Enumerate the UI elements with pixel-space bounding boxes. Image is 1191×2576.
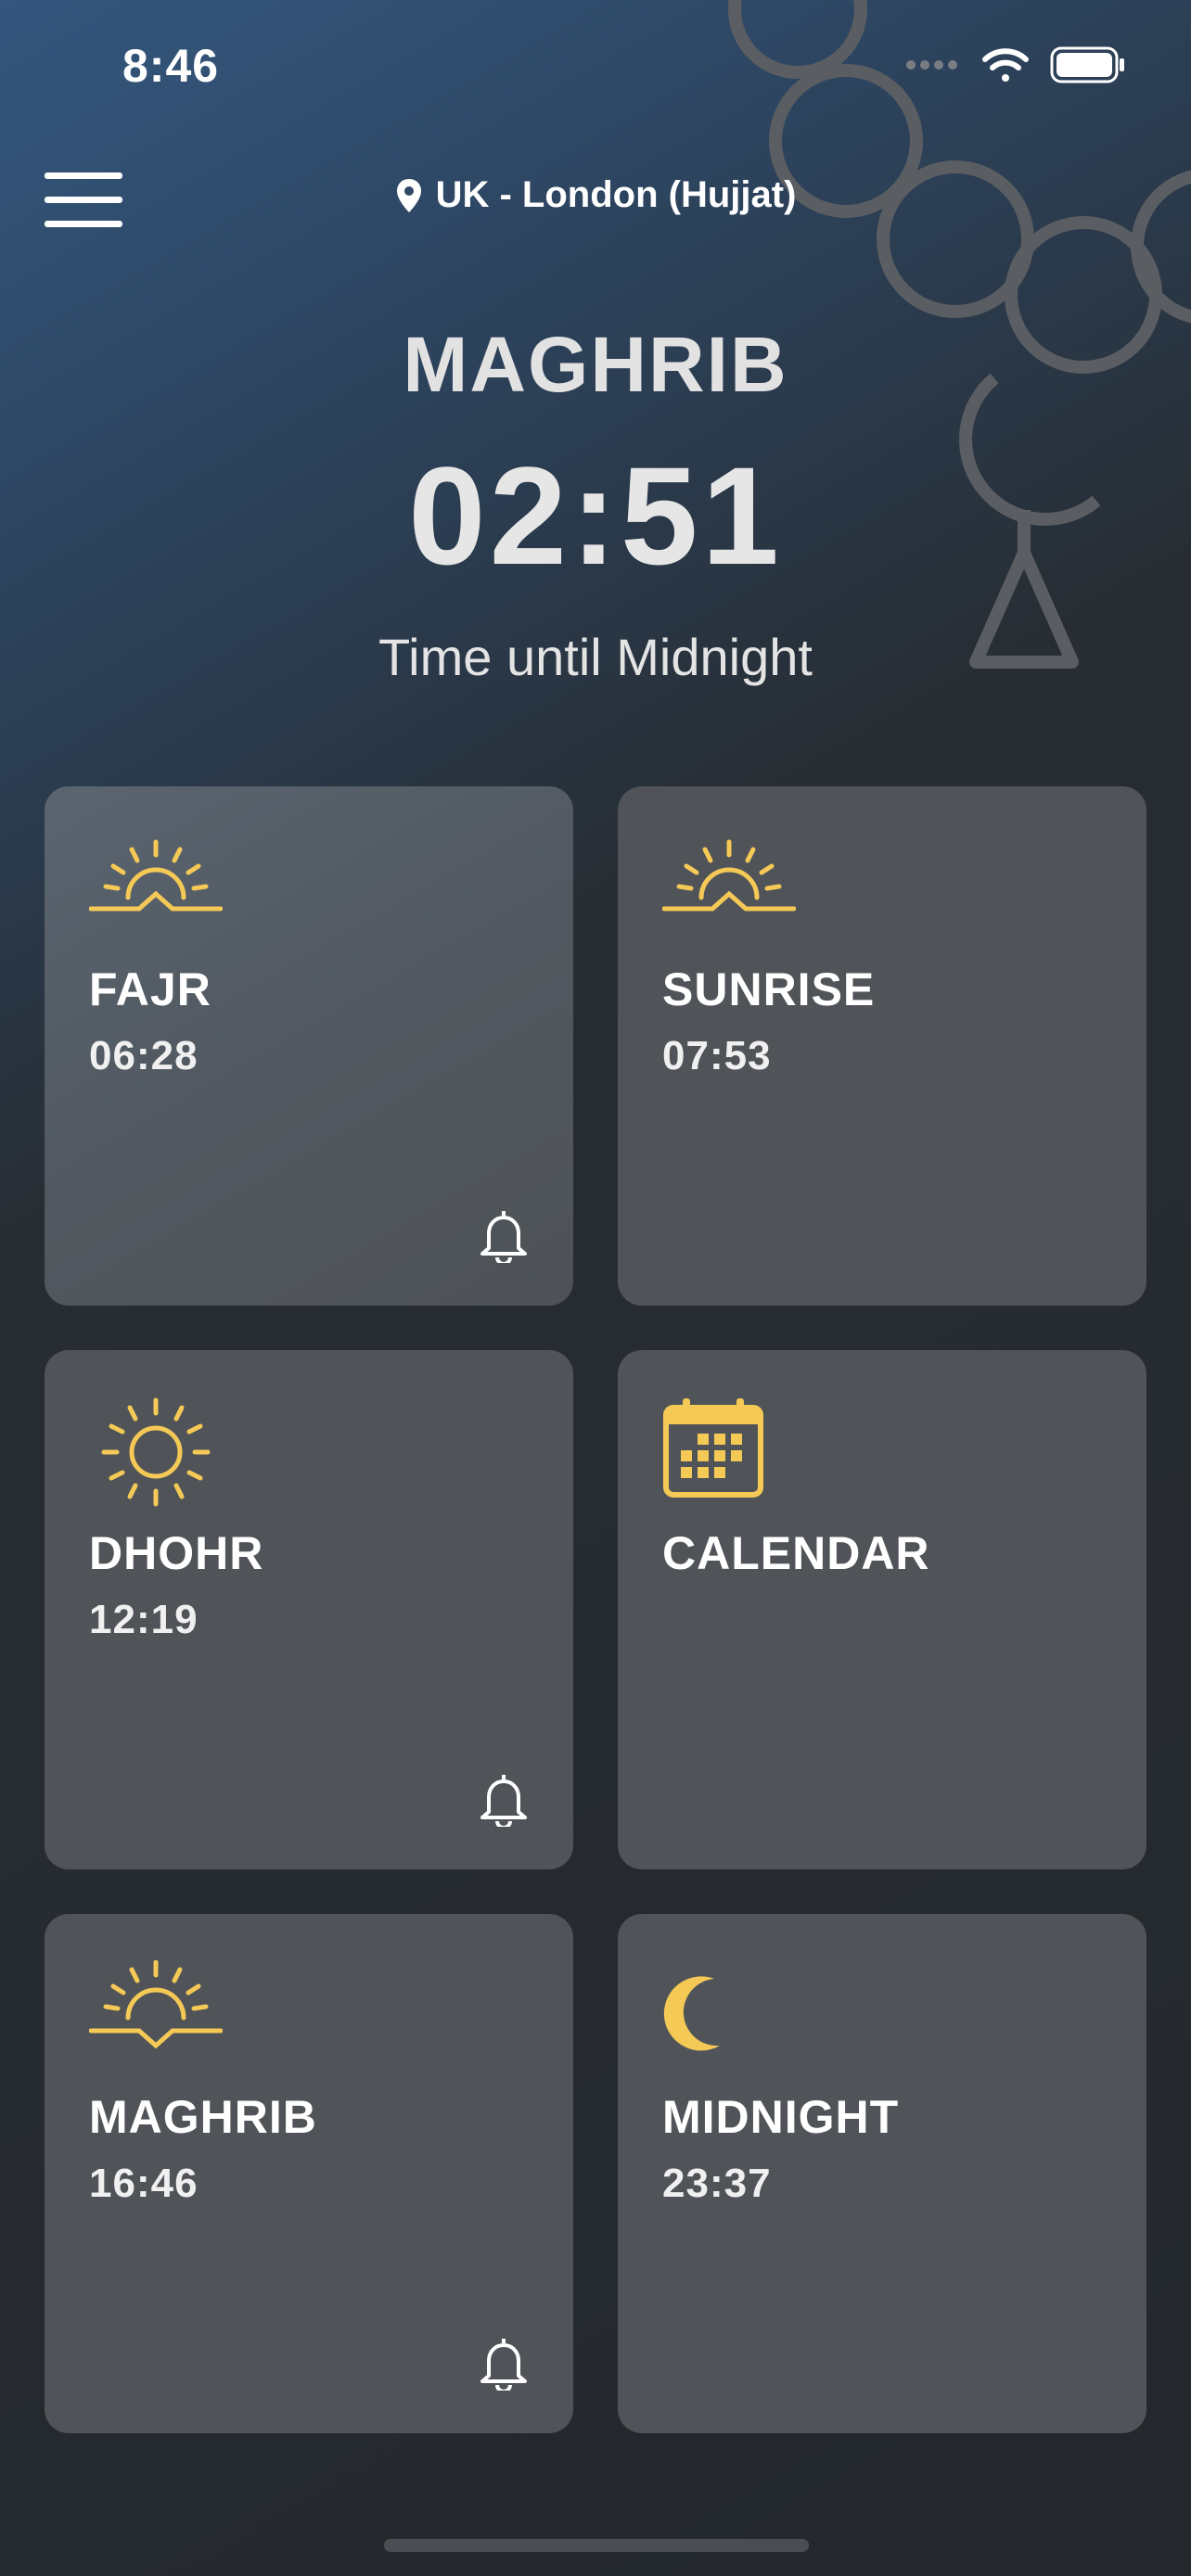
card-time: 23:37 bbox=[662, 2161, 772, 2206]
card-title: MIDNIGHT bbox=[662, 2091, 900, 2143]
card-time: 06:28 bbox=[89, 1033, 198, 1078]
moon-icon bbox=[663, 1976, 720, 2051]
calendar-icon bbox=[663, 1398, 763, 1498]
countdown-timer: 02:51 bbox=[408, 438, 783, 593]
current-prayer-name: MAGHRIB bbox=[403, 321, 788, 408]
sun-icon bbox=[101, 1397, 211, 1507]
card-time: 07:53 bbox=[662, 1033, 772, 1078]
bell-icon[interactable] bbox=[479, 1207, 529, 1263]
location-pin-icon bbox=[396, 179, 421, 212]
card-title: DHOHR bbox=[89, 1527, 264, 1579]
sunrise-icon bbox=[662, 839, 796, 912]
card-title: MAGHRIB bbox=[89, 2091, 317, 2143]
card-maghrib[interactable]: MAGHRIB 16:46 bbox=[45, 1914, 573, 2433]
card-dhohr[interactable]: DHOHR 12:19 bbox=[45, 1350, 573, 1869]
signal-icon bbox=[906, 60, 957, 70]
card-sunrise[interactable]: SUNRISE 07:53 bbox=[618, 786, 1146, 1306]
sunset-icon bbox=[89, 1960, 223, 2049]
bell-icon[interactable] bbox=[479, 2335, 529, 2391]
card-midnight[interactable]: MIDNIGHT 23:37 bbox=[618, 1914, 1146, 2433]
sunrise-icon bbox=[89, 839, 223, 912]
card-fajr[interactable]: FAJR 06:28 bbox=[45, 786, 573, 1306]
battery-icon bbox=[1050, 46, 1124, 83]
card-time: 12:19 bbox=[89, 1597, 198, 1642]
card-title: FAJR bbox=[89, 963, 211, 1015]
wifi-icon bbox=[982, 48, 1029, 82]
location-selector[interactable]: UK - London (Hujjat) bbox=[0, 174, 1191, 216]
location-label: UK - London (Hujjat) bbox=[435, 174, 797, 215]
home-indicator[interactable] bbox=[384, 2539, 809, 2552]
countdown-label: Time until Midnight bbox=[378, 628, 813, 686]
status-bar-icons bbox=[905, 46, 1126, 83]
card-calendar[interactable]: CALENDAR bbox=[618, 1350, 1146, 1869]
bell-icon[interactable] bbox=[479, 1771, 529, 1827]
card-title: CALENDAR bbox=[662, 1527, 930, 1579]
card-time: 16:46 bbox=[89, 2161, 198, 2206]
card-title: SUNRISE bbox=[662, 963, 876, 1015]
status-bar-time: 8:46 bbox=[122, 40, 220, 92]
